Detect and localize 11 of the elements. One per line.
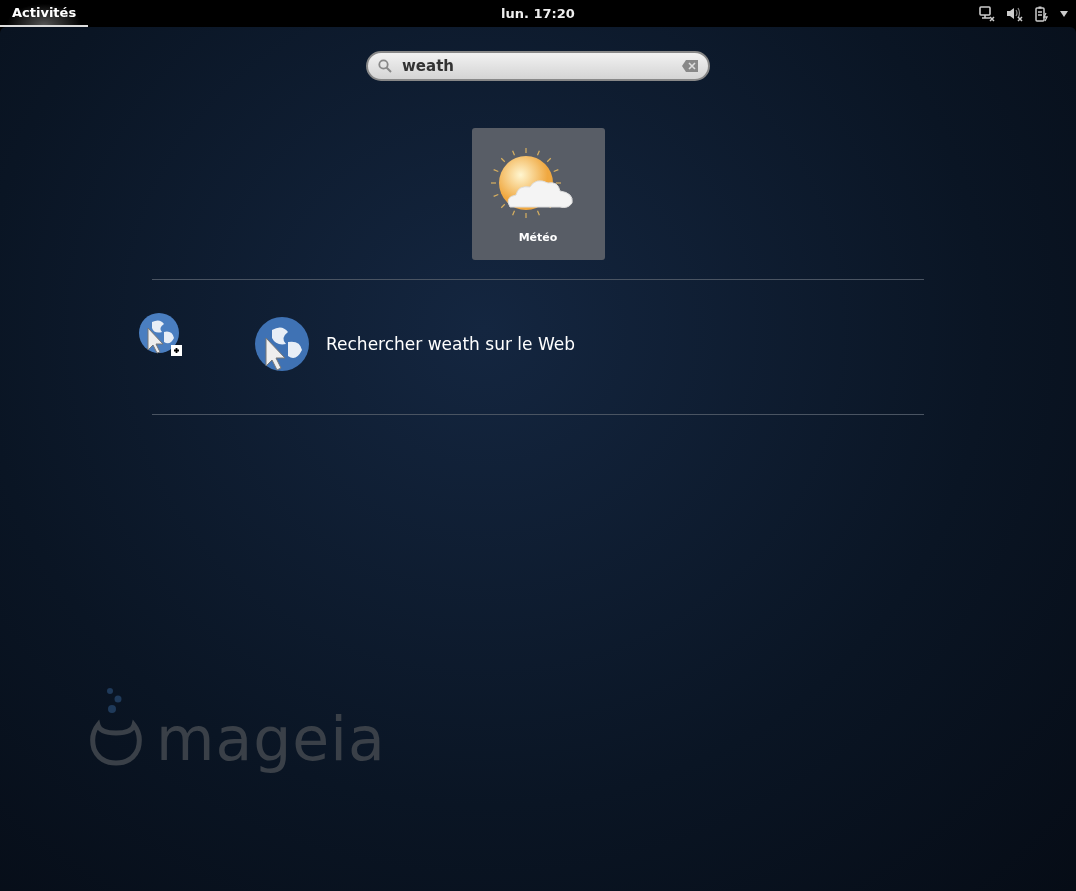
network-disconnected-icon[interactable] [978,5,996,22]
clock[interactable]: lun. 17:20 [501,6,575,21]
clear-icon[interactable] [682,60,698,72]
battery-charging-icon[interactable] [1034,5,1050,22]
web-search-result[interactable]: Rechercher weath sur le Web [254,316,575,372]
app-tile[interactable]: Météo [471,128,605,260]
search-field[interactable]: weath [366,51,710,81]
globe-cursor-icon [254,316,310,372]
volume-muted-icon[interactable] [1006,5,1024,22]
globe-cursor-plus-icon[interactable] [138,312,184,358]
caret-icon[interactable] [1060,10,1068,17]
